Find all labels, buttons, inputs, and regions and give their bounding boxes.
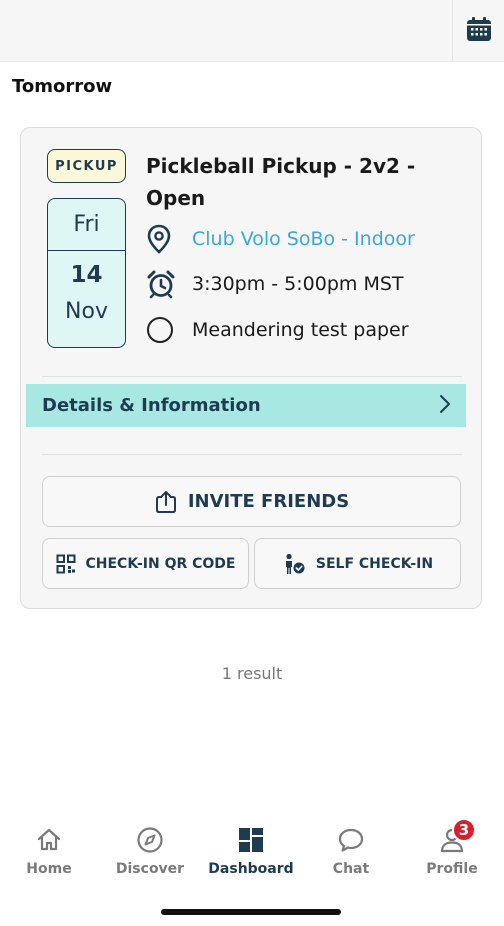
location-pin-icon	[146, 223, 180, 255]
profile-icon: 3	[438, 818, 476, 860]
invite-friends-button[interactable]: INVITE FRIENDS	[42, 476, 461, 527]
chat-icon	[337, 820, 365, 860]
alarm-clock-icon	[146, 268, 180, 300]
location-row[interactable]: Club Volo SoBo - Indoor	[146, 223, 415, 255]
person-check-icon	[282, 553, 306, 575]
qr-label: CHECK-IN QR CODE	[85, 555, 236, 572]
nav-discover[interactable]: Discover	[100, 820, 200, 890]
event-type-badge: PICKUP	[47, 149, 126, 183]
checkin-qr-button[interactable]: CHECK-IN QR CODE	[42, 538, 249, 589]
details-information-row[interactable]: Details & Information	[26, 384, 466, 427]
section-title: Tomorrow	[12, 76, 113, 97]
top-bar	[0, 0, 504, 62]
share-icon	[154, 490, 178, 514]
nav-discover-label: Discover	[115, 861, 185, 877]
circle-status-icon[interactable]	[146, 314, 180, 346]
nav-home[interactable]: Home	[0, 820, 99, 890]
self-checkin-button[interactable]: SELF CHECK-IN	[254, 538, 461, 589]
nav-home-label: Home	[26, 861, 72, 877]
nav-dashboard[interactable]: Dashboard	[201, 820, 301, 890]
calendar-icon	[465, 15, 493, 47]
notification-badge: 3	[452, 818, 476, 842]
chevron-right-icon	[438, 393, 452, 419]
details-label: Details & Information	[42, 395, 261, 416]
divider	[42, 454, 462, 455]
nav-chat[interactable]: Chat	[301, 820, 401, 890]
nav-profile-label: Profile	[426, 861, 478, 877]
date-day: 14	[70, 262, 103, 288]
time-row: 3:30pm - 5:00pm MST	[146, 268, 404, 300]
nav-profile[interactable]: 3 Profile	[402, 818, 502, 890]
event-location[interactable]: Club Volo SoBo - Indoor	[192, 228, 415, 250]
nav-dashboard-label: Dashboard	[208, 861, 294, 877]
self-checkin-label: SELF CHECK-IN	[315, 555, 434, 572]
nav-chat-label: Chat	[332, 861, 370, 877]
calendar-button[interactable]	[452, 0, 504, 62]
event-title: Pickleball Pickup - 2v2 - Open	[146, 154, 416, 210]
date-weekday: Fri	[48, 199, 125, 251]
home-indicator	[161, 909, 341, 915]
invite-label: INVITE FRIENDS	[187, 491, 350, 512]
event-date: Fri 14 Nov	[47, 198, 126, 348]
dashboard-icon	[238, 820, 264, 860]
compass-icon	[136, 820, 164, 860]
results-count: 1 result	[221, 664, 283, 683]
divider	[42, 376, 462, 377]
status-row[interactable]: Meandering test paper	[146, 314, 409, 346]
date-month: Nov	[65, 299, 108, 324]
event-status-text: Meandering test paper	[192, 319, 409, 341]
event-card[interactable]: PICKUP Fri 14 Nov Pickleball Pickup - 2v…	[20, 127, 482, 609]
bottom-nav: Home Discover Dashboard Chat 3 Profile	[0, 818, 504, 890]
event-time: 3:30pm - 5:00pm MST	[192, 273, 404, 295]
home-icon	[36, 820, 62, 860]
qr-code-icon	[56, 554, 76, 574]
